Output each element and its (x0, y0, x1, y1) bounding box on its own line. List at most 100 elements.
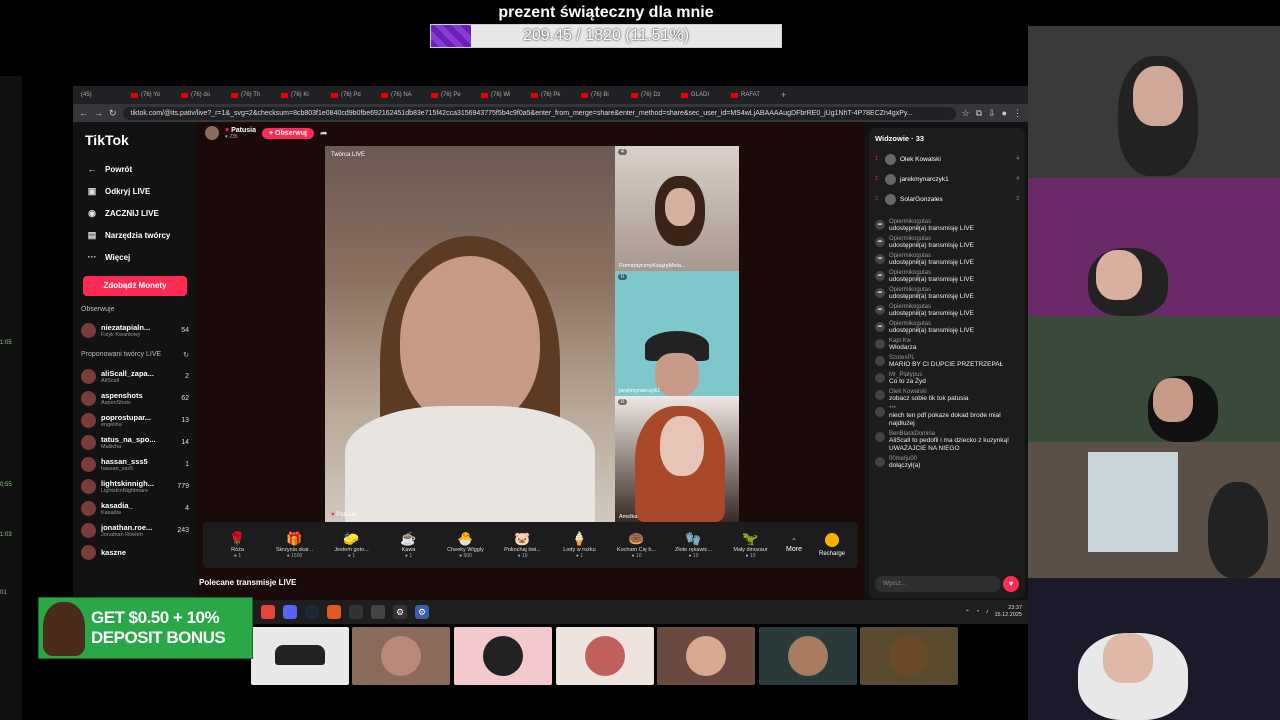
sidebar-item-start-live[interactable]: ◉ ZACZNIJ LIVE (81, 202, 189, 224)
get-coins-button[interactable]: Zdobądź Monety (83, 276, 187, 296)
top-viewer[interactable]: 1 Olek Kowalski 4 (875, 149, 1019, 169)
browser-tab[interactable]: (76) Bi (577, 88, 625, 102)
thumbnail-avatar[interactable] (556, 627, 654, 685)
back-arrow-icon[interactable]: ← (79, 108, 88, 118)
browser-tab[interactable]: (76) Pk (527, 88, 575, 102)
gift-item[interactable]: 🧽 Jestem goto... ● 1 (323, 531, 380, 559)
top-viewer[interactable]: 2 jarekmynarczyk1 4 (875, 169, 1019, 189)
browser-tab[interactable]: (76) Wi (477, 88, 525, 102)
clock-date: 15.12.2025 (994, 612, 1022, 618)
star-icon[interactable]: ☆ (962, 108, 970, 119)
download-icon[interactable]: ⇩ (988, 108, 996, 119)
profile-icon[interactable]: ● (1002, 108, 1007, 118)
browser-tab[interactable]: (76) Pe (427, 88, 475, 102)
chat-input[interactable]: Wpisz... (875, 576, 1001, 592)
suggested-creator-item[interactable]: lightskinnigh... LightskinNightmare 779 (81, 475, 189, 497)
volume-icon[interactable]: ♪ (985, 609, 988, 615)
browser-tab[interactable]: (76) Dz (627, 88, 675, 102)
gift-item[interactable]: 🌹 Róża ● 1 (209, 531, 266, 559)
thumbnail-car[interactable] (251, 627, 349, 685)
guest-video[interactable]: 4 RomantycznyKsiążęMeta... (615, 146, 739, 271)
sponge-icon: 🧽 (343, 531, 360, 546)
host-name[interactable]: ♥ Patusia (225, 127, 256, 134)
suggested-creator-item[interactable]: poprostupar... engelina 13 (81, 409, 189, 431)
suggested-creator-item[interactable]: kasadia_ Kasadia 4 (81, 497, 189, 519)
main-video[interactable]: Twórca LIVE ♥ Patusia (325, 146, 615, 522)
recharge-button[interactable]: Recharge (812, 533, 852, 557)
suggested-creator-item[interactable]: hassan_sss5 hassan_sss5 1 (81, 453, 189, 475)
following-item[interactable]: niezatapialn... Fizyk Kwantowy 54 (81, 319, 189, 341)
suggested-creator-item[interactable]: aspenshots AspenShots 62 (81, 387, 189, 409)
thumbnail-avatar[interactable] (759, 627, 857, 685)
suggested-creator-item[interactable]: aliScall_zapa... AliScall 2 (81, 365, 189, 387)
thumbnail-avatar[interactable] (860, 627, 958, 685)
browser-tab[interactable]: (76) NA (377, 88, 425, 102)
gift-item[interactable]: 🍩 Kocham Cię b... ● 10 (608, 531, 665, 559)
chrome-icon[interactable] (261, 605, 275, 619)
browser-tab[interactable]: (76) Th (227, 88, 275, 102)
gift-item[interactable]: 🍦 Lody w rożku ● 1 (551, 531, 608, 559)
browser-tab[interactable]: (76) Yo (127, 88, 175, 102)
wifi-icon[interactable]: ◔ (976, 609, 980, 615)
forward-arrow-icon[interactable]: → (94, 108, 103, 118)
gift-item[interactable]: 🦖 Mały dinozaur ● 10 (722, 531, 779, 559)
extensions-icon[interactable]: ⧉ (976, 108, 982, 119)
share-icon: ➦ (875, 288, 885, 298)
tab-label: GLADI (691, 92, 710, 98)
steam-icon[interactable] (305, 605, 319, 619)
gift-item[interactable]: ☕ Kawa ● 1 (380, 531, 437, 559)
share-icon[interactable]: ➦ (320, 128, 328, 139)
host-avatar[interactable] (205, 126, 219, 140)
follow-button[interactable]: + Obserwuj (262, 127, 314, 139)
clock[interactable]: 23:37 15.12.2025 (994, 605, 1022, 619)
reload-icon[interactable]: ↻ (109, 108, 117, 119)
ad-banner[interactable]: GET $0.50 + 10% DEPOSIT BONUS (38, 597, 253, 659)
top-viewer[interactable]: 3 SolarGonzales 3 (875, 189, 1019, 209)
gift-item[interactable]: 🎁 Skrzynia skar... ● 1500 (266, 531, 323, 559)
menu-dots-icon[interactable]: ⋮ (1013, 108, 1022, 119)
ice-cream-icon: 🍦 (571, 531, 588, 546)
refresh-icon[interactable]: ↻ (183, 351, 189, 359)
person-face (1096, 250, 1142, 300)
suggested-creator-item[interactable]: tatus_na_spo... Maliicha 14 (81, 431, 189, 453)
suggested-creator-item[interactable]: kaszne (81, 541, 189, 563)
gift-item[interactable]: 🧤 Złote rękawic... ● 10 (665, 531, 722, 559)
browser-tab[interactable]: (76) Ki (277, 88, 325, 102)
tiktok-sidebar: TikTok ← Powrót ▣ Odkryj LIVE ◉ ZACZNIJ LIV… (73, 122, 197, 600)
gear-icon[interactable]: ⚙ (415, 605, 429, 619)
obs-icon[interactable] (371, 605, 385, 619)
suggested-creator-item[interactable]: jonathan.roe... Jonathan Roehm 243 (81, 519, 189, 541)
tiktok-logo[interactable]: TikTok (85, 132, 189, 148)
firefox-icon[interactable] (327, 605, 341, 619)
browser-tab[interactable]: (45) (77, 88, 125, 102)
sidebar-item-discover-live[interactable]: ▣ Odkryj LIVE (81, 180, 189, 202)
like-heart-button[interactable]: ♥ (1003, 576, 1019, 592)
sidebar-item-more[interactable]: ··· Więcej (81, 246, 189, 268)
sidebar-item-creator-tools[interactable]: ▤ Narzędzia twórcy (81, 224, 189, 246)
browser-tab[interactable]: RAFAT (727, 88, 775, 102)
settings-icon[interactable]: ⚙ (393, 605, 407, 619)
guest-video[interactable]: 0 Amelka (615, 396, 739, 522)
message-text: niech ten pdf pokaze dokad brode mial na… (889, 412, 1001, 427)
thumbnail-face[interactable] (352, 627, 450, 685)
browser-tab[interactable]: GLADI (677, 88, 725, 102)
discord-icon[interactable] (283, 605, 297, 619)
gift-item[interactable]: 🐣 Cheeky Wiggly ● 500 (437, 531, 494, 559)
car-shape (275, 645, 325, 665)
chevron-up-icon[interactable]: ⌃ (965, 609, 970, 616)
thumbnail-avatar[interactable] (657, 627, 755, 685)
terminal-icon[interactable] (349, 605, 363, 619)
chat-message: ➦ Opiermikogutas udostępnił(a) transmisję … (875, 321, 1019, 335)
gift-item[interactable]: 🐷 Pokochaj świ... ● 10 (494, 531, 551, 559)
message-text: udostępnił(a) transmisję LIVE (889, 259, 974, 266)
browser-tab[interactable]: (76) Pd (327, 88, 375, 102)
thumbnail-avatar[interactable] (454, 627, 552, 685)
more-gifts-button[interactable]: ⌃ More (779, 537, 809, 553)
browser-tab[interactable]: (76) do (177, 88, 225, 102)
back-icon: ← (87, 164, 97, 174)
url-input[interactable]: tiktok.com/@its.pativ/live?_r=1&_svg=2&c… (122, 106, 956, 120)
chat-message: ➦ Opiermikogutas udostępnił(a) transmisję … (875, 236, 1019, 250)
guest-video[interactable]: 0 jarekmynarczyk1 (615, 271, 739, 396)
sidebar-item-back[interactable]: ← Powrót (81, 158, 189, 180)
new-tab-button[interactable]: + (777, 88, 791, 102)
